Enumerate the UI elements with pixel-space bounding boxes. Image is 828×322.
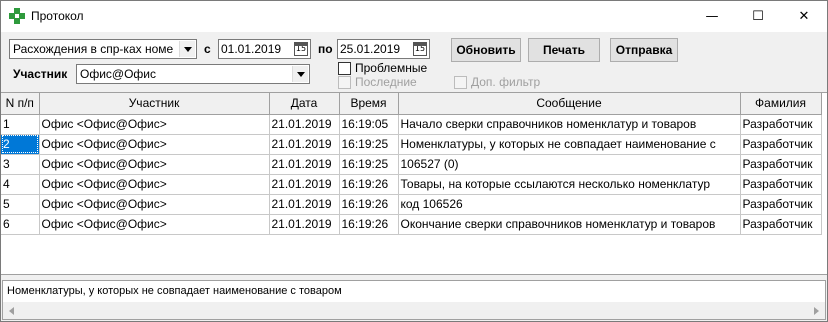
column-header[interactable]: Дата (269, 93, 340, 115)
maximize-icon: ☐ (752, 9, 764, 24)
minimize-button[interactable]: — (689, 1, 735, 32)
recent-checkbox: Последние (338, 75, 417, 89)
time-cell[interactable]: 16:19:05 (339, 114, 399, 135)
protocol-window: Протокол — ☐ ✕ Расхождения в спр-ках ном… (0, 0, 828, 322)
from-date-value: 01.01.2019 (221, 42, 282, 56)
message-cell[interactable]: Окончание сверки справочников номенклату… (398, 214, 741, 235)
time-cell[interactable]: 16:19:25 (339, 134, 399, 155)
calendar-icon[interactable]: 15 (294, 42, 308, 56)
message-cell[interactable]: Номенклатуры, у которых не совпадает наи… (398, 134, 741, 155)
participant-cell[interactable]: Офис <Офис@Офис> (39, 194, 270, 215)
window-title: Протокол (31, 9, 84, 23)
print-button[interactable]: Печать (528, 38, 600, 62)
surname-cell[interactable]: Разработчик (740, 154, 822, 175)
message-cell[interactable]: 106527 (0) (398, 154, 741, 175)
table-row[interactable]: 6 Офис <Офис@Офис> 21.01.2019 16:19:26 О… (1, 214, 822, 235)
column-header[interactable]: Время (339, 93, 399, 115)
extra-filter-label: Доп. фильтр (471, 75, 541, 89)
green-cross-icon (9, 8, 25, 24)
row-number[interactable]: 2 (1, 134, 40, 155)
calendar-icon[interactable]: 15 (413, 42, 427, 56)
minimize-icon: — (705, 9, 719, 24)
maximize-button[interactable]: ☐ (735, 1, 781, 32)
message-detail-memo[interactable]: Номенклатуры, у которых не совпадает наи… (2, 280, 826, 320)
table-header: N п/п Участник Дата Время Сообщение Фами… (1, 93, 822, 115)
table-row[interactable]: 3 Офис <Офис@Офис> 21.01.2019 16:19:25 1… (1, 154, 822, 175)
from-date-label: с (204, 42, 211, 56)
date-cell[interactable]: 21.01.2019 (269, 174, 340, 195)
mode-select[interactable]: Расхождения в спр-ках номе (9, 39, 197, 59)
title-bar: Протокол — ☐ ✕ (1, 1, 827, 32)
close-icon: ✕ (798, 9, 810, 24)
problematic-label: Проблемные (355, 61, 428, 75)
checkbox-box[interactable] (338, 61, 351, 75)
table-row[interactable]: 4 Офис <Офис@Офис> 21.01.2019 16:19:26 Т… (1, 174, 822, 195)
chevron-down-icon[interactable] (179, 41, 195, 57)
message-cell[interactable]: Товары, на которые ссылаются несколько н… (398, 174, 741, 195)
time-cell[interactable]: 16:19:26 (339, 174, 399, 195)
date-cell[interactable]: 21.01.2019 (269, 154, 340, 175)
participant-select[interactable]: Офис@Офис (76, 64, 310, 84)
checkbox-box (338, 75, 351, 89)
extra-filter-checkbox: Доп. фильтр (454, 75, 540, 89)
to-date-field[interactable]: 25.01.2019 15 (337, 39, 430, 59)
horizontal-scrollbar[interactable] (3, 302, 825, 319)
send-button[interactable]: Отправка (610, 38, 678, 62)
row-number[interactable]: 3 (1, 154, 40, 175)
table-row[interactable]: 2 Офис <Офис@Офис> 21.01.2019 16:19:25 Н… (1, 134, 822, 155)
participant-cell[interactable]: Офис <Офис@Офис> (39, 134, 270, 155)
column-header[interactable]: Сообщение (398, 93, 741, 115)
column-header[interactable]: N п/п (1, 93, 40, 115)
participant-label: Участник (13, 67, 68, 81)
date-cell[interactable]: 21.01.2019 (269, 214, 340, 235)
row-number[interactable]: 1 (1, 114, 40, 135)
participant-cell[interactable]: Офис <Офис@Офис> (39, 154, 270, 175)
time-cell[interactable]: 16:19:26 (339, 194, 399, 215)
checkbox-box (454, 75, 467, 89)
date-cell[interactable]: 21.01.2019 (269, 114, 340, 135)
participant-cell[interactable]: Офис <Офис@Офис> (39, 174, 270, 195)
surname-cell[interactable]: Разработчик (740, 194, 822, 215)
table-row[interactable]: 5 Офис <Офис@Офис> 21.01.2019 16:19:26 к… (1, 194, 822, 215)
recent-label: Последние (355, 75, 417, 89)
date-cell[interactable]: 21.01.2019 (269, 194, 340, 215)
time-cell[interactable]: 16:19:25 (339, 154, 399, 175)
protocol-table[interactable]: N п/п Участник Дата Время Сообщение Фами… (1, 92, 827, 275)
table-row[interactable]: 1 Офис <Офис@Офис> 21.01.2019 16:19:05 Н… (1, 114, 822, 135)
participant-cell[interactable]: Офис <Офис@Офис> (39, 214, 270, 235)
row-number[interactable]: 6 (1, 214, 40, 235)
scroll-left-icon[interactable] (3, 302, 20, 319)
surname-cell[interactable]: Разработчик (740, 114, 822, 135)
scroll-right-icon[interactable] (808, 302, 825, 319)
to-date-label: по (318, 42, 333, 56)
participant-select-value: Офис@Офис (80, 67, 157, 81)
to-date-value: 25.01.2019 (340, 42, 401, 56)
mode-select-value: Расхождения в спр-ках номе (13, 42, 174, 56)
from-date-field[interactable]: 01.01.2019 15 (218, 39, 311, 59)
memo-text: Номенклатуры, у которых не совпадает наи… (7, 285, 342, 297)
column-header[interactable]: Фамилия (740, 93, 822, 115)
row-number[interactable]: 5 (1, 194, 40, 215)
message-cell[interactable]: код 106526 (398, 194, 741, 215)
surname-cell[interactable]: Разработчик (740, 174, 822, 195)
surname-cell[interactable]: Разработчик (740, 134, 822, 155)
column-header[interactable]: Участник (39, 93, 270, 115)
participant-cell[interactable]: Офис <Офис@Офис> (39, 114, 270, 135)
time-cell[interactable]: 16:19:26 (339, 214, 399, 235)
problematic-checkbox[interactable]: Проблемные (338, 61, 427, 75)
row-number[interactable]: 4 (1, 174, 40, 195)
surname-cell[interactable]: Разработчик (740, 214, 822, 235)
chevron-down-icon[interactable] (292, 66, 308, 82)
date-cell[interactable]: 21.01.2019 (269, 134, 340, 155)
refresh-button[interactable]: Обновить (451, 38, 521, 62)
message-cell[interactable]: Начало сверки справочников номенклатур и… (398, 114, 741, 135)
close-button[interactable]: ✕ (781, 1, 827, 32)
